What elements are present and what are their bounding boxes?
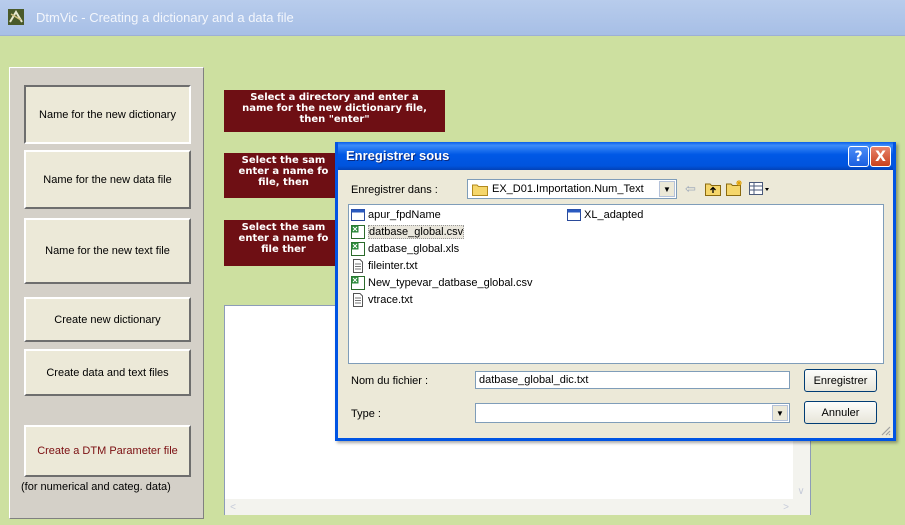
list-item[interactable]: datbase_global.xls bbox=[351, 241, 459, 257]
text-file-icon bbox=[353, 259, 363, 273]
horizontal-scrollbar[interactable]: < > bbox=[225, 499, 810, 515]
excel-file-icon bbox=[351, 276, 365, 290]
help-button[interactable]: ? bbox=[848, 146, 869, 167]
file-name: vtrace.txt bbox=[368, 294, 413, 306]
save-as-dialog: Enregistrer sous ? X Enregistrer dans : … bbox=[335, 142, 896, 441]
instruction-data-file: Select the sam enter a name fo file, the… bbox=[224, 153, 337, 198]
type-label: Type : bbox=[351, 408, 381, 420]
back-arrow-icon[interactable]: ⇦ bbox=[685, 181, 701, 197]
folder-icon bbox=[472, 184, 488, 196]
scroll-left-icon[interactable]: < bbox=[225, 499, 241, 515]
view-menu-icon[interactable] bbox=[749, 182, 771, 196]
save-in-label: Enregistrer dans : bbox=[351, 184, 438, 196]
chevron-down-icon[interactable]: ▼ bbox=[659, 181, 675, 197]
instruction-line: Select a directory and enter a bbox=[250, 92, 419, 103]
name-dictionary-button[interactable]: Name for the new dictionary bbox=[24, 85, 191, 144]
file-name: datbase_global.csv bbox=[368, 225, 465, 239]
instruction-line: enter a name fo bbox=[238, 166, 329, 177]
name-data-file-button[interactable]: Name for the new data file bbox=[24, 150, 191, 209]
window-file-icon bbox=[567, 209, 581, 221]
instruction-line: file ther bbox=[261, 244, 306, 255]
instruction-dictionary: Select a directory and enter a name for … bbox=[224, 90, 445, 132]
close-button[interactable]: X bbox=[870, 146, 891, 167]
excel-file-icon bbox=[351, 225, 365, 239]
save-button[interactable]: Enregistrer bbox=[804, 369, 877, 392]
file-name: apur_fpdName bbox=[368, 209, 441, 221]
create-data-text-files-button[interactable]: Create data and text files bbox=[24, 349, 191, 396]
app-title: DtmVic - Creating a dictionary and a dat… bbox=[36, 10, 294, 25]
dialog-title: Enregistrer sous bbox=[346, 148, 450, 163]
chevron-down-icon[interactable]: ▼ bbox=[772, 405, 788, 421]
list-item[interactable]: New_typevar_datbase_global.csv bbox=[351, 275, 533, 291]
instruction-line: enter a name fo bbox=[238, 233, 329, 244]
cancel-button[interactable]: Annuler bbox=[804, 401, 877, 424]
list-item[interactable]: apur_fpdName bbox=[351, 207, 441, 223]
instruction-line: Select the sam bbox=[241, 222, 326, 233]
instruction-text-file: Select the sam enter a name fo file ther bbox=[224, 220, 337, 266]
instruction-line: name for the new dictionary file, bbox=[242, 103, 427, 114]
excel-file-icon bbox=[351, 242, 365, 256]
list-item[interactable]: fileinter.txt bbox=[351, 258, 418, 274]
resize-grip-icon[interactable] bbox=[879, 424, 891, 436]
instruction-line: file, then bbox=[258, 177, 309, 188]
name-text-file-button[interactable]: Name for the new text file bbox=[24, 218, 191, 284]
filename-input[interactable]: datbase_global_dic.txt bbox=[475, 371, 790, 389]
dialog-title-bar[interactable]: Enregistrer sous ? X bbox=[338, 142, 893, 170]
window-file-icon bbox=[351, 209, 365, 221]
list-item[interactable]: vtrace.txt bbox=[351, 292, 413, 308]
file-name: fileinter.txt bbox=[368, 260, 418, 272]
save-in-combo[interactable]: EX_D01.Importation.Num_Text ▼ bbox=[467, 179, 677, 199]
filename-value: datbase_global_dic.txt bbox=[479, 374, 589, 386]
file-name: XL_adapted bbox=[584, 209, 644, 221]
up-folder-icon[interactable] bbox=[705, 182, 721, 196]
create-dtm-parameter-button[interactable]: Create a DTM Parameter file bbox=[24, 425, 191, 477]
filename-label: Nom du fichier : bbox=[351, 375, 429, 387]
text-file-icon bbox=[353, 293, 363, 307]
dtmvic-app-icon bbox=[8, 9, 24, 25]
file-list[interactable]: apur_fpdName datbase_global.csv datbase_… bbox=[348, 204, 884, 364]
list-item[interactable]: XL_adapted bbox=[567, 207, 643, 223]
parameter-note: (for numerical and categ. data) bbox=[21, 481, 171, 493]
instruction-line: Select the sam bbox=[241, 155, 326, 166]
type-select[interactable]: ▼ bbox=[475, 403, 790, 423]
instruction-line: then "enter" bbox=[299, 114, 370, 125]
app-title-bar: DtmVic - Creating a dictionary and a dat… bbox=[0, 0, 905, 36]
scroll-down-icon[interactable]: ∨ bbox=[793, 483, 809, 499]
save-in-value: EX_D01.Importation.Num_Text bbox=[492, 183, 644, 195]
file-name: datbase_global.xls bbox=[368, 243, 460, 255]
list-item[interactable]: datbase_global.csv bbox=[351, 224, 465, 240]
file-name: New_typevar_datbase_global.csv bbox=[368, 277, 533, 289]
new-folder-icon[interactable] bbox=[726, 180, 744, 196]
scroll-right-icon[interactable]: > bbox=[778, 499, 794, 515]
create-dictionary-button[interactable]: Create new dictionary bbox=[24, 297, 191, 342]
